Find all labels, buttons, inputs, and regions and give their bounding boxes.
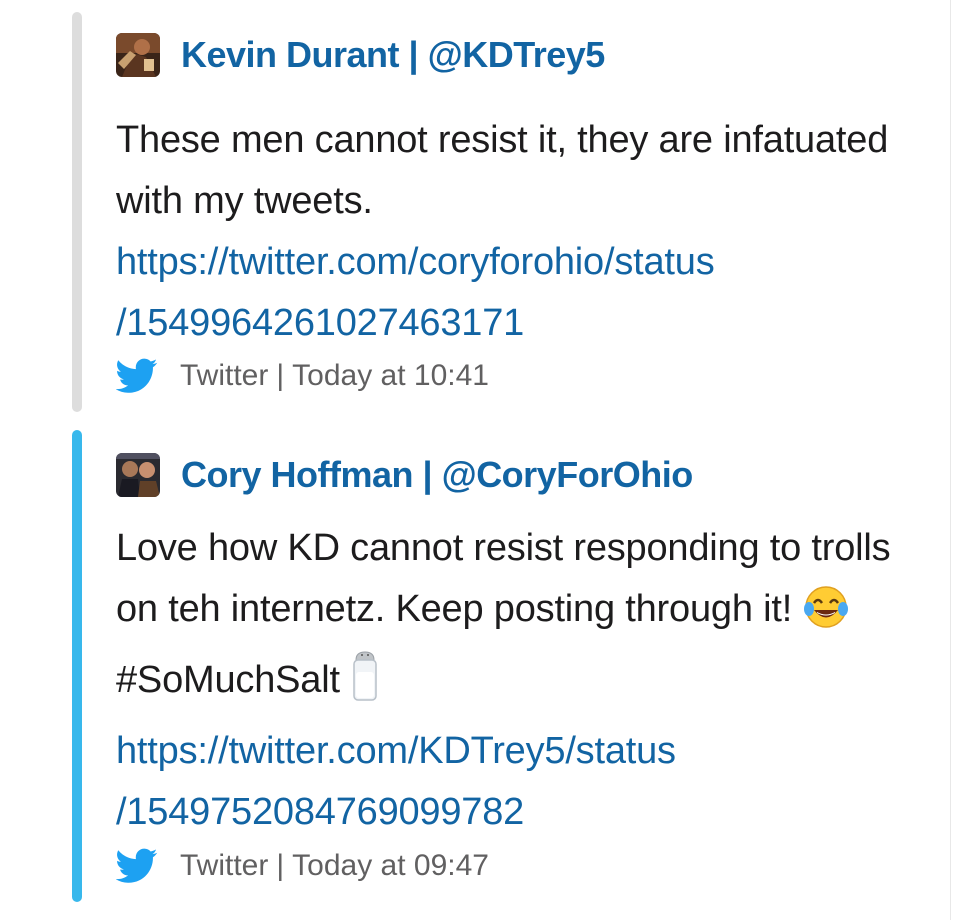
tweet-unfurl: Kevin Durant | @KDTrey5 These men cannot… [72, 12, 932, 412]
tweet-link-line-2: /1549964261027463171 [116, 302, 525, 344]
tweet-timestamp[interactable]: Today at 09:47 [292, 849, 489, 883]
tweet-link[interactable]: https://twitter.com/coryforohio/status/1… [116, 232, 916, 354]
tweet-author-row: Cory Hoffman | @CoryForOhio [116, 452, 693, 498]
avatar[interactable] [116, 453, 160, 497]
tweet-footer: Twitter | Today at 10:41 [116, 356, 489, 396]
tweet-source: Twitter [180, 849, 269, 882]
tweet-timestamp[interactable]: Today at 10:41 [292, 359, 489, 393]
tweet-author-link[interactable]: Kevin Durant | @KDTrey5 [181, 34, 605, 76]
twitter-bird-icon [116, 848, 158, 883]
tweet-link-line-1: https://twitter.com/KDTrey5/status [116, 730, 676, 772]
twitter-bird-icon [116, 358, 158, 393]
tweet-author-row: Kevin Durant | @KDTrey5 [116, 32, 605, 78]
face-with-tears-of-joy-icon [802, 583, 850, 650]
tweet-body: Love how KD cannot resist responding to … [116, 518, 916, 843]
pane-divider [950, 0, 951, 920]
footer-separator: | [276, 849, 285, 882]
footer-separator: | [276, 359, 285, 392]
attachment-bar [72, 12, 82, 412]
attachment-bar [72, 430, 82, 902]
tweet-source: Twitter [180, 359, 269, 392]
tweet-link[interactable]: https://twitter.com/KDTrey5/status/15497… [116, 721, 916, 843]
tweet-hashtag: #SoMuchSalt [116, 659, 340, 701]
tweet-link-line-1: https://twitter.com/coryforohio/status [116, 241, 715, 283]
tweet-author-link[interactable]: Cory Hoffman | @CoryForOhio [181, 454, 693, 496]
tweet-text: These men cannot resist it, they are inf… [116, 119, 889, 222]
salt-shaker-icon [350, 650, 380, 721]
tweet-text: Love how KD cannot resist responding to … [116, 527, 891, 630]
avatar[interactable] [116, 33, 160, 77]
tweet-footer: Twitter | Today at 09:47 [116, 846, 489, 886]
tweet-body: These men cannot resist it, they are inf… [116, 110, 916, 354]
tweet-link-line-2: /1549752084769099782 [116, 791, 525, 833]
tweet-unfurl: Cory Hoffman | @CoryForOhio Love how KD … [72, 430, 932, 902]
